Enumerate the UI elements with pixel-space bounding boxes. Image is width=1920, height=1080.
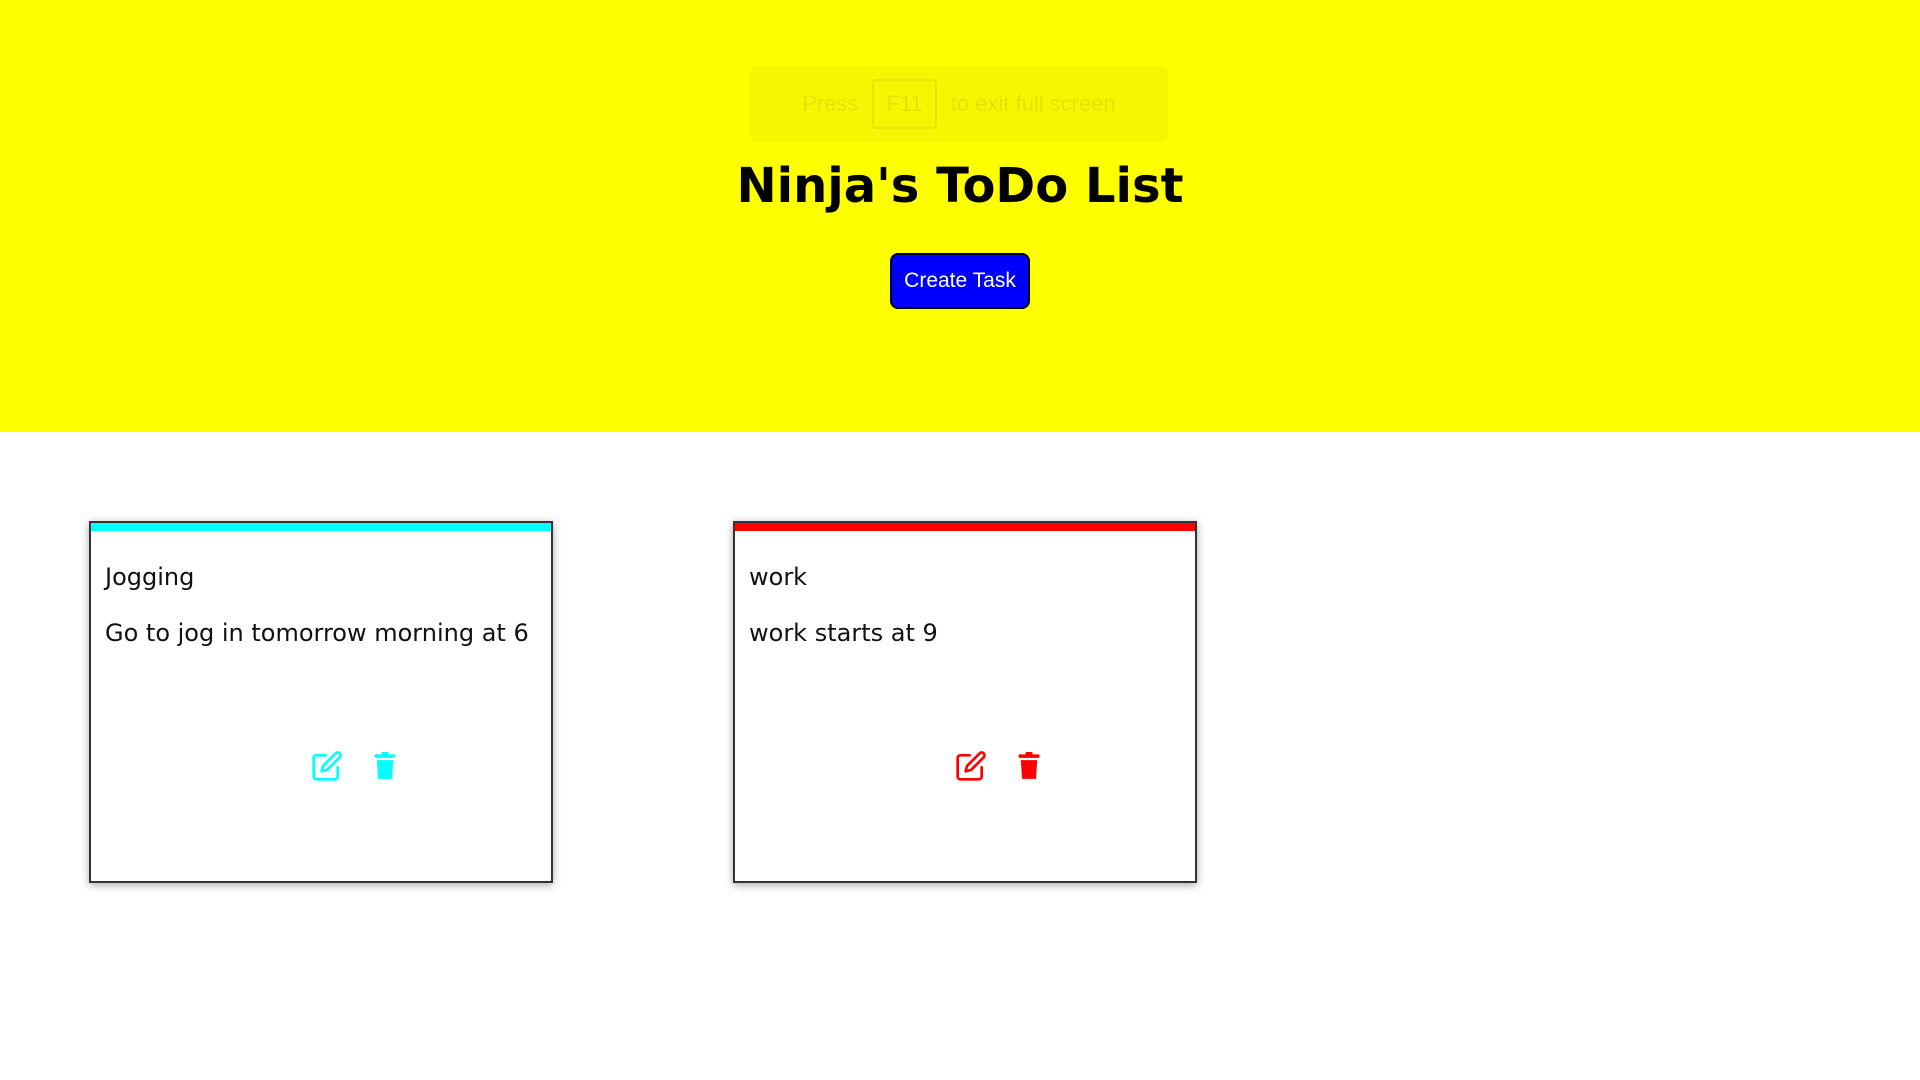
- task-description: Go to jog in tomorrow morning at 6: [105, 619, 529, 647]
- task-description: work starts at 9: [749, 619, 938, 647]
- fullscreen-notice: Press F11 to exit full screen: [750, 66, 1168, 142]
- fullscreen-notice-key: F11: [872, 79, 937, 129]
- task-color-bar: [91, 523, 551, 531]
- task-card: Jogging Go to jog in tomorrow morning at…: [89, 521, 553, 883]
- task-title: work: [749, 563, 808, 591]
- task-title: Jogging: [105, 563, 195, 591]
- edit-icon[interactable]: [310, 749, 344, 783]
- task-actions: [91, 749, 551, 783]
- page-title: Ninja's ToDo List: [736, 158, 1184, 214]
- task-color-bar: [735, 523, 1195, 531]
- edit-icon[interactable]: [954, 749, 988, 783]
- create-task-button[interactable]: Create Task: [890, 253, 1030, 309]
- task-actions: [735, 749, 1195, 783]
- header-banner: Press F11 to exit full screen Ninja's To…: [0, 0, 1920, 432]
- fullscreen-notice-prefix: Press: [802, 91, 859, 116]
- trash-icon[interactable]: [1012, 749, 1046, 783]
- trash-icon[interactable]: [368, 749, 402, 783]
- task-card: work work starts at 9: [733, 521, 1197, 883]
- fullscreen-notice-suffix: to exit full screen: [950, 91, 1116, 116]
